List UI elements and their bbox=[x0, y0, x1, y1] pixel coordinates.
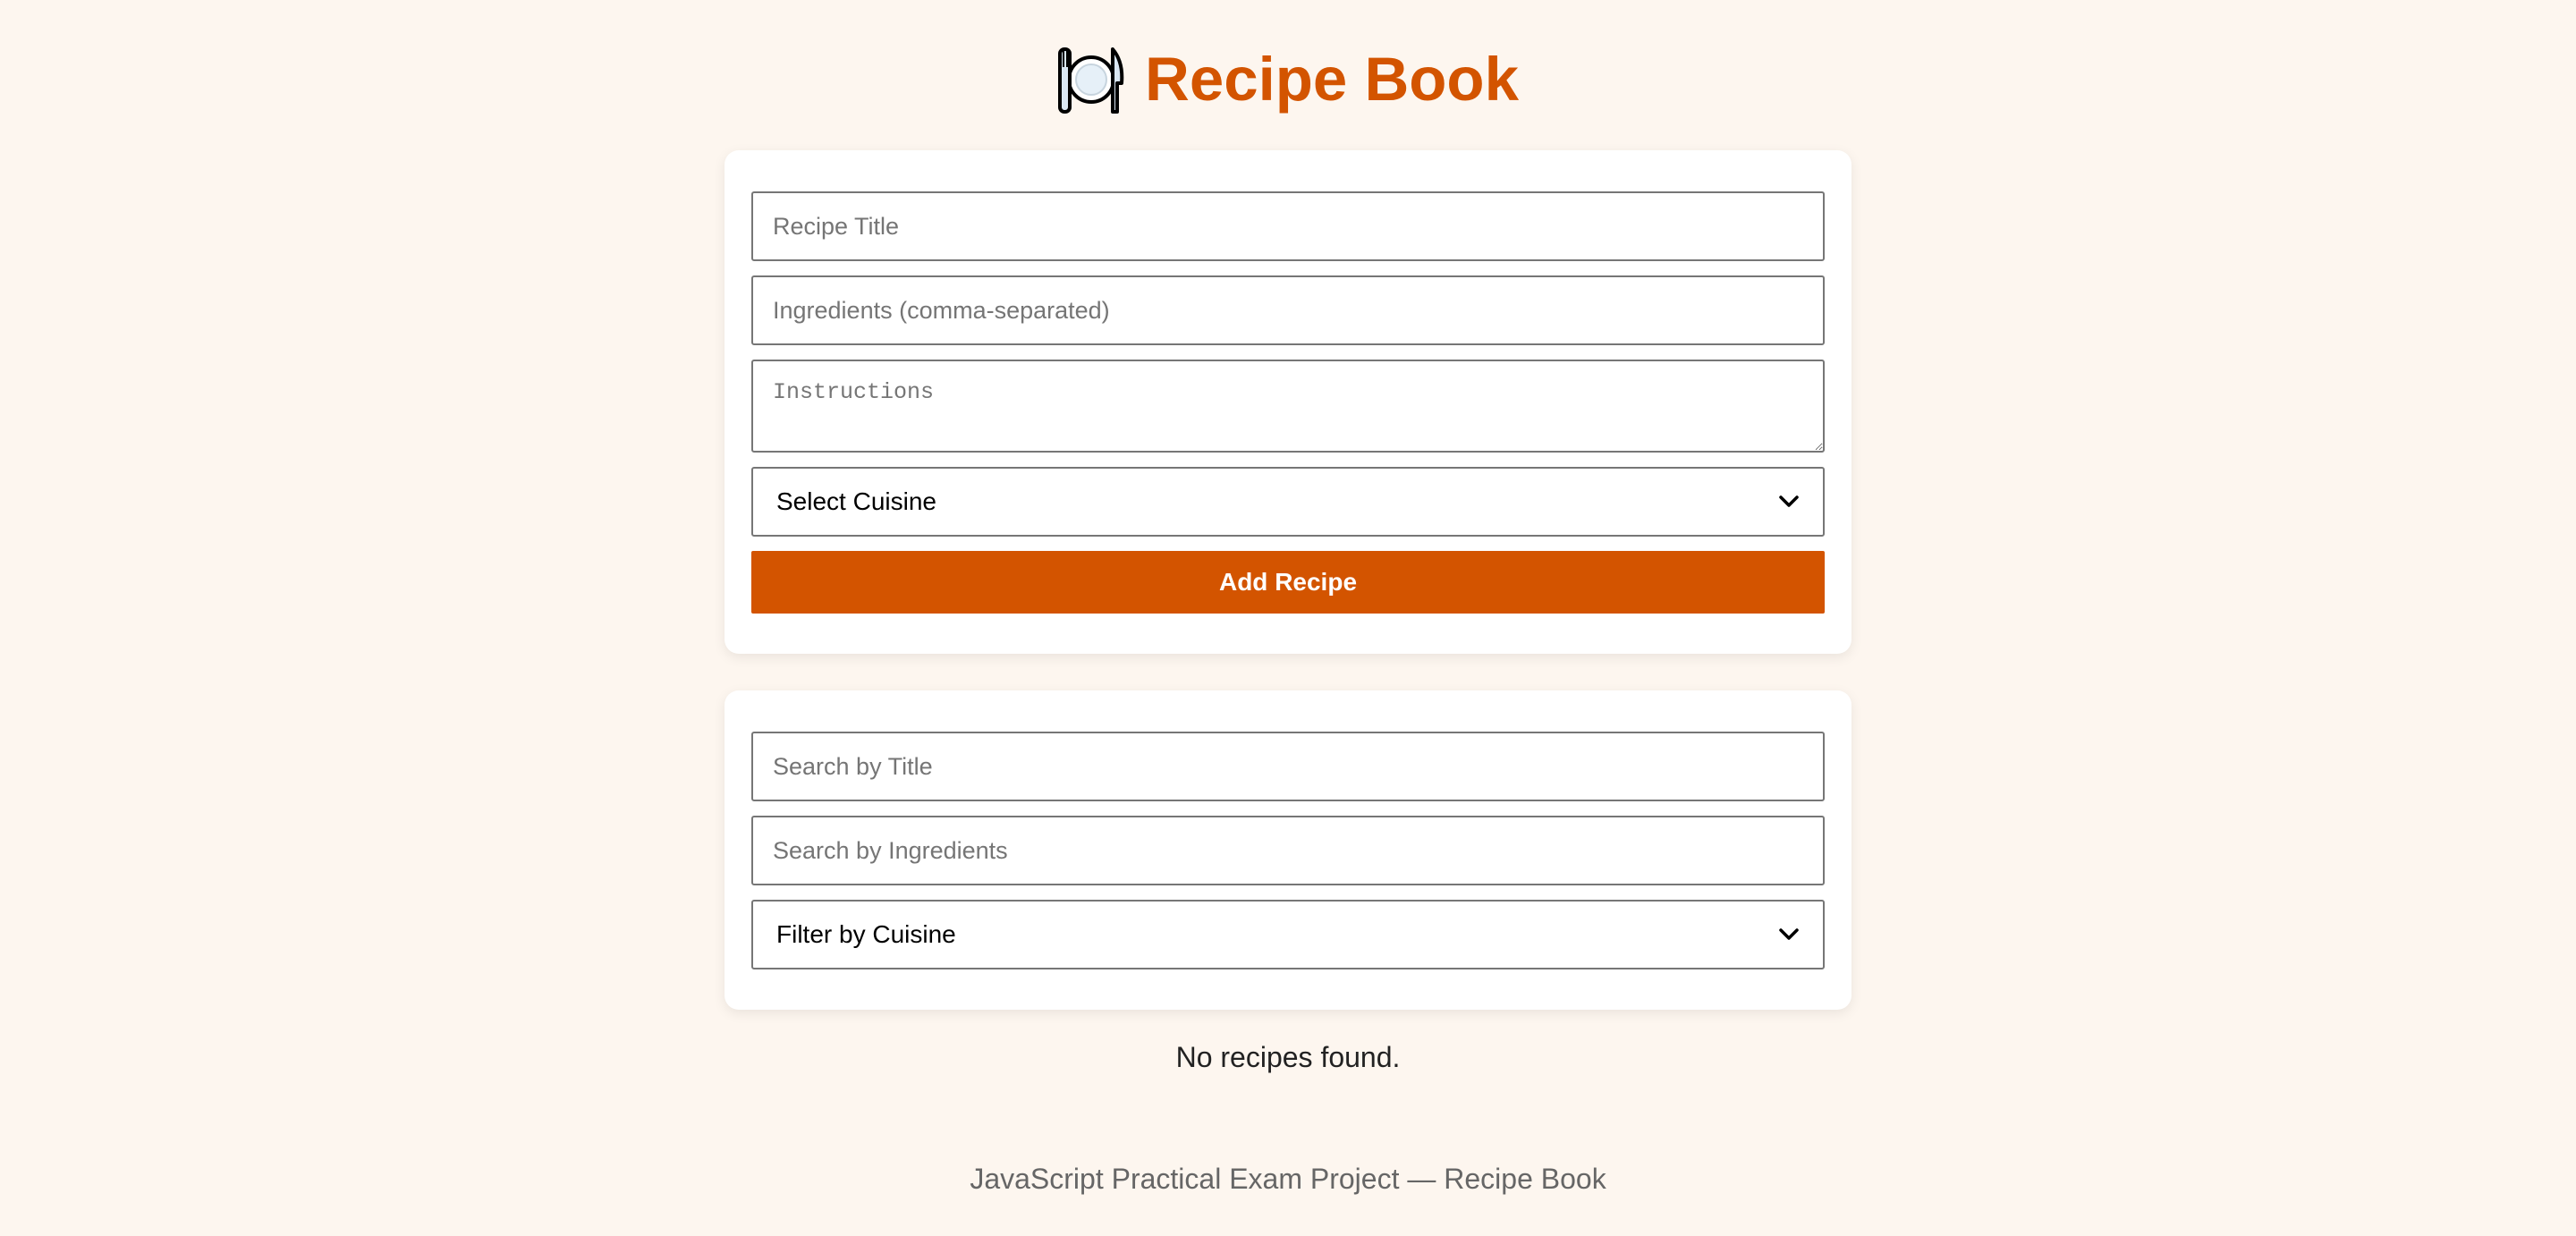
recipe-title-input[interactable] bbox=[751, 191, 1825, 261]
cuisine-filter-value: Filter by Cuisine bbox=[776, 920, 956, 948]
chevron-down-icon bbox=[1779, 928, 1799, 940]
search-title-input[interactable] bbox=[751, 732, 1825, 801]
page-title: Recipe Book bbox=[1145, 45, 1519, 114]
empty-results-message: No recipes found. bbox=[1175, 1041, 1401, 1073]
header: Recipe Book bbox=[0, 39, 2576, 120]
instructions-textarea[interactable] bbox=[751, 360, 1825, 453]
cuisine-select-value: Select Cuisine bbox=[776, 487, 936, 515]
plate-fork-knife-icon bbox=[1058, 47, 1124, 114]
cuisine-filter-select[interactable]: Filter by Cuisine bbox=[751, 900, 1825, 969]
search-card: Filter by Cuisine bbox=[724, 690, 1852, 1010]
footer-text: JavaScript Practical Exam Project — Reci… bbox=[970, 1163, 1606, 1195]
add-recipe-card: Select Cuisine Add Recipe bbox=[724, 150, 1852, 654]
page: Recipe Book Select Cuisine Add Recipe Fi… bbox=[0, 0, 2576, 1236]
search-ingredients-input[interactable] bbox=[751, 816, 1825, 885]
ingredients-input[interactable] bbox=[751, 275, 1825, 345]
add-recipe-button[interactable]: Add Recipe bbox=[751, 551, 1825, 614]
chevron-down-icon bbox=[1779, 495, 1799, 507]
cuisine-select[interactable]: Select Cuisine bbox=[751, 467, 1825, 537]
